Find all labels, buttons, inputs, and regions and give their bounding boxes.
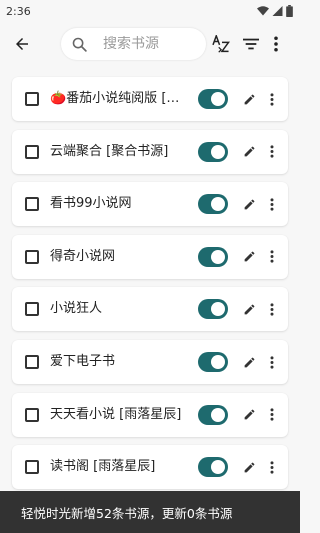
source-enable-toggle[interactable] bbox=[198, 352, 228, 372]
search-icon bbox=[70, 35, 88, 53]
source-checkbox[interactable] bbox=[25, 355, 39, 369]
edit-button[interactable] bbox=[241, 354, 257, 370]
source-name: 得奇小说网 bbox=[50, 248, 116, 264]
source-row[interactable]: 天天看小说 [雨落星辰] bbox=[12, 392, 288, 437]
source-row[interactable]: 云端聚合 [聚合书源] bbox=[12, 129, 288, 174]
edit-button[interactable] bbox=[241, 196, 257, 212]
source-enable-toggle[interactable] bbox=[198, 194, 228, 215]
more-vert-icon bbox=[270, 303, 274, 316]
row-more-button[interactable] bbox=[265, 91, 279, 107]
row-more-button[interactable] bbox=[265, 407, 279, 423]
source-checkbox[interactable] bbox=[25, 302, 39, 317]
toggle-knob bbox=[211, 407, 225, 422]
edit-icon bbox=[244, 304, 254, 315]
source-name: 读书阁 [雨落星辰] bbox=[50, 459, 156, 475]
edit-icon bbox=[244, 94, 254, 104]
source-row[interactable]: 得奇小说网 bbox=[12, 234, 288, 279]
more-vert-icon bbox=[270, 198, 274, 211]
edit-icon bbox=[244, 251, 254, 262]
more-options-button[interactable] bbox=[264, 32, 288, 56]
edit-icon bbox=[244, 357, 254, 367]
source-name: 云端聚合 [聚合书源] bbox=[50, 143, 169, 159]
more-vert-icon bbox=[270, 408, 274, 421]
row-more-button[interactable] bbox=[265, 354, 279, 370]
toggle-knob bbox=[211, 460, 225, 475]
signal-icon bbox=[272, 6, 283, 16]
source-enable-toggle[interactable] bbox=[198, 299, 228, 320]
edit-icon bbox=[244, 462, 254, 473]
more-vert-icon bbox=[270, 92, 274, 106]
snackbar: 轻悦时光新增52条书源，更新0条书源 bbox=[0, 491, 300, 533]
more-vert-icon bbox=[270, 355, 274, 369]
row-more-button[interactable] bbox=[265, 249, 279, 265]
edit-button[interactable] bbox=[241, 459, 257, 475]
source-checkbox[interactable] bbox=[25, 144, 39, 159]
status-time: 2:36 bbox=[6, 4, 31, 18]
source-enable-toggle[interactable] bbox=[198, 246, 228, 267]
row-more-button[interactable] bbox=[265, 301, 279, 317]
source-name: 天天看小说 [雨落星辰] bbox=[50, 406, 182, 422]
edit-icon bbox=[244, 409, 254, 420]
source-checkbox[interactable] bbox=[25, 460, 39, 475]
source-enable-toggle[interactable] bbox=[198, 404, 228, 425]
row-more-button[interactable] bbox=[265, 459, 279, 475]
toggle-knob bbox=[211, 144, 225, 159]
source-enable-toggle[interactable] bbox=[198, 89, 228, 109]
edit-icon bbox=[244, 146, 254, 157]
more-vert-icon bbox=[270, 250, 274, 263]
edit-button[interactable] bbox=[241, 249, 257, 265]
snackbar-message: 轻悦时光新增52条书源，更新0条书源 bbox=[21, 505, 233, 521]
more-vert-icon bbox=[274, 36, 278, 52]
source-name: 看书99小说网 bbox=[50, 196, 132, 212]
source-checkbox[interactable] bbox=[25, 197, 39, 212]
source-row[interactable]: 小说狂人 bbox=[12, 287, 288, 332]
filter-button[interactable] bbox=[239, 32, 263, 56]
row-more-button[interactable] bbox=[265, 144, 279, 160]
more-vert-icon bbox=[270, 145, 274, 158]
edit-button[interactable] bbox=[241, 144, 257, 160]
more-vert-icon bbox=[270, 461, 274, 474]
source-name: 爱下电子书 bbox=[50, 354, 116, 369]
source-row[interactable]: 看书99小说网 bbox=[12, 182, 288, 227]
source-row[interactable]: 读书阁 [雨落星辰] bbox=[12, 445, 288, 490]
edit-button[interactable] bbox=[241, 91, 257, 107]
sort-button[interactable] bbox=[210, 32, 234, 56]
toolbar bbox=[0, 22, 300, 66]
edit-button[interactable] bbox=[241, 301, 257, 317]
edit-icon bbox=[244, 199, 254, 210]
edit-button[interactable] bbox=[241, 407, 257, 423]
status-icons bbox=[257, 5, 293, 17]
toggle-knob bbox=[211, 92, 225, 106]
source-enable-toggle[interactable] bbox=[198, 141, 228, 162]
source-checkbox[interactable] bbox=[25, 92, 39, 106]
back-icon bbox=[16, 38, 28, 50]
status-bar: 2:36 bbox=[0, 0, 300, 22]
source-checkbox[interactable] bbox=[25, 407, 39, 422]
back-button[interactable] bbox=[10, 32, 34, 56]
source-enable-toggle[interactable] bbox=[198, 457, 228, 478]
source-name: 🍅番茄小说纯阅版 [🍅番茄小说] bbox=[50, 91, 195, 106]
search-box[interactable] bbox=[61, 28, 206, 60]
filter-icon bbox=[243, 38, 259, 50]
source-checkbox[interactable] bbox=[25, 249, 39, 264]
row-more-button[interactable] bbox=[265, 196, 279, 212]
toggle-knob bbox=[211, 302, 225, 317]
sort-az-icon bbox=[212, 35, 230, 53]
toggle-knob bbox=[211, 355, 225, 369]
source-name: 小说狂人 bbox=[50, 301, 103, 317]
source-row[interactable]: 🍅番茄小说纯阅版 [🍅番茄小说] bbox=[12, 77, 288, 121]
toggle-knob bbox=[211, 249, 225, 264]
battery-icon bbox=[286, 5, 293, 17]
source-row[interactable]: 爱下电子书 bbox=[12, 340, 288, 384]
search-input[interactable] bbox=[103, 36, 198, 52]
toggle-knob bbox=[211, 197, 225, 212]
wifi-icon bbox=[257, 6, 269, 16]
